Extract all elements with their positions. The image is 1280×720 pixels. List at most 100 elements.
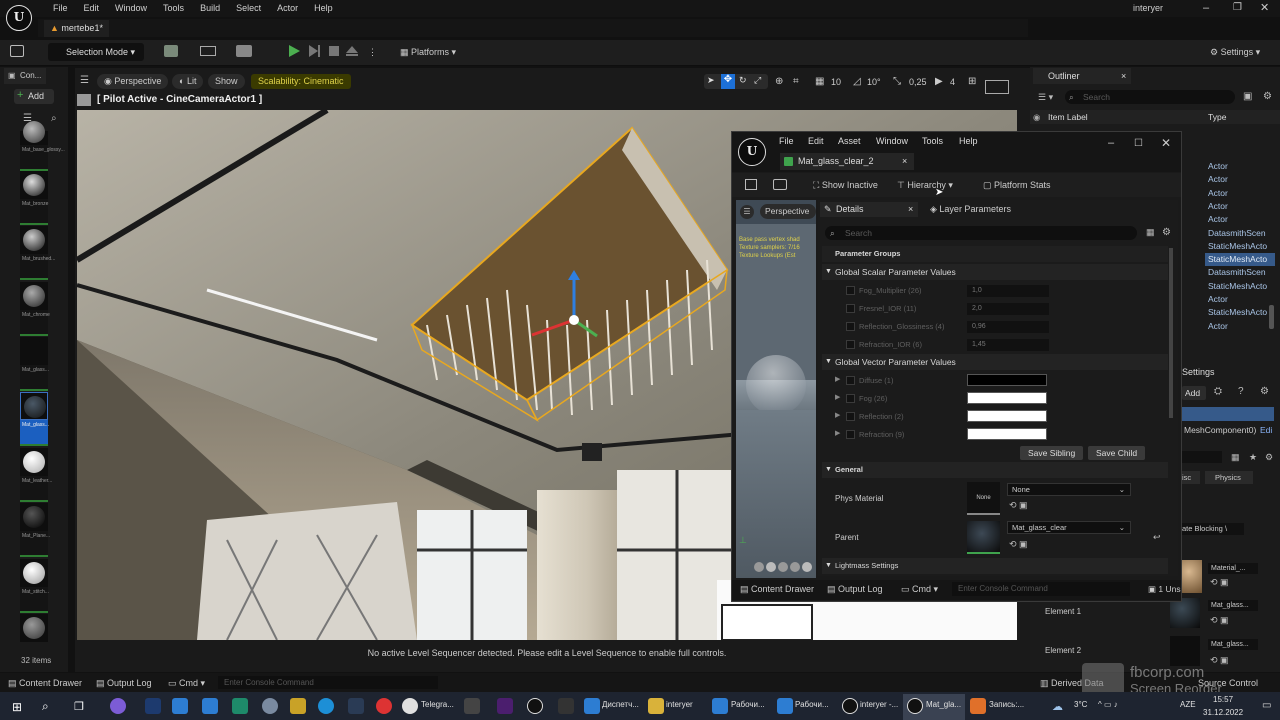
perspective-button[interactable]: ◉ Perspective [97, 74, 169, 89]
teapot-icon[interactable] [802, 562, 812, 572]
platform-stats-button[interactable]: ▢ Platform Stats [983, 180, 1051, 191]
param-checkbox[interactable] [846, 376, 855, 385]
folder-icon[interactable] [648, 698, 664, 714]
eject-icon[interactable] [346, 45, 358, 57]
select-icon[interactable]: ➤ [707, 75, 715, 86]
task-view-icon[interactable]: ❐ [74, 700, 84, 713]
app-icon[interactable] [262, 698, 278, 714]
blueprint-icon[interactable] [200, 46, 216, 56]
move-icon[interactable]: ✥ [721, 74, 735, 89]
menu-file[interactable]: File [45, 2, 76, 15]
mw-menu-tools[interactable]: Tools [922, 136, 943, 146]
camera-speed-value[interactable]: 4 [950, 77, 955, 87]
minimize-icon[interactable]: – [1108, 137, 1114, 149]
app-icon[interactable] [202, 698, 218, 714]
preview-menu-icon[interactable]: ☰ [740, 205, 754, 219]
parent-dropdown[interactable]: Mat_glass_clear ⌄ [1007, 521, 1131, 534]
plane-icon[interactable] [778, 562, 788, 572]
details-search-input[interactable] [1182, 451, 1222, 463]
minimize-icon[interactable]: – [1203, 2, 1209, 14]
task-manager-icon[interactable] [584, 698, 600, 714]
material-item[interactable]: Mat_brushed... [20, 254, 55, 280]
cinematics-icon[interactable] [236, 45, 252, 57]
clock-time[interactable]: 15:57 [1213, 695, 1233, 704]
mw-unsaved-indicator[interactable]: ▣ 1 Uns [1148, 584, 1181, 595]
outliner-row[interactable]: DatasmithScen [1205, 227, 1275, 240]
show-inactive-button[interactable]: ⛶ Show Inactive [813, 180, 878, 191]
param-checkbox[interactable] [846, 430, 855, 439]
world-icon[interactable]: ⊕ [775, 76, 783, 87]
menu-window[interactable]: Window [107, 2, 155, 15]
outliner-row[interactable]: StaticMeshActo [1205, 306, 1275, 319]
param-value-field[interactable]: 2,0 [967, 303, 1049, 315]
param-checkbox[interactable] [846, 412, 855, 421]
unreal-logo-icon[interactable]: U [738, 138, 766, 166]
material-item-selected[interactable]: Mat_glass... [20, 420, 49, 446]
mw-menu-window[interactable]: Window [876, 136, 908, 146]
tray-icons[interactable]: ^ ▭ ♪ [1098, 700, 1118, 709]
blueprint-icon[interactable]: ⛭ [1214, 386, 1222, 397]
cylinder-icon[interactable] [754, 562, 764, 572]
output-log-button[interactable]: ▤ Output Log [96, 678, 152, 689]
desktop-icon[interactable] [777, 698, 793, 714]
outliner-row[interactable]: Actor [1205, 293, 1275, 306]
taskbar-app-telegram[interactable]: Telegra... [421, 700, 454, 709]
general-section[interactable]: ▼ General [822, 462, 1168, 478]
unreal-icon[interactable] [842, 698, 858, 714]
camera-speed-icon[interactable]: ▶ [935, 76, 943, 87]
reset-icon[interactable]: ⟲ ▣ [1210, 577, 1229, 588]
taskbar-app-task-manager[interactable]: Диспетч... [602, 700, 639, 709]
sketchup-icon[interactable] [172, 698, 188, 714]
unreal-logo-icon[interactable]: U [6, 5, 32, 31]
taskbar-app-recorder[interactable]: Запись:... [989, 700, 1024, 709]
chevron-right-icon[interactable]: ▶ [835, 375, 840, 383]
material-item[interactable]: Mat_glass... [20, 365, 49, 391]
physics-tab[interactable]: Physics [1205, 471, 1253, 484]
color-swatch[interactable] [967, 392, 1047, 404]
material-slot-0[interactable]: Material_... [1208, 563, 1258, 574]
grid-icon[interactable]: ▦ [1146, 227, 1155, 238]
outliner-row[interactable]: Actor [1205, 187, 1275, 200]
close-icon[interactable]: ✕ [1161, 136, 1171, 150]
material-slot-2[interactable]: Mat_glass... [1208, 639, 1258, 650]
details-tab[interactable]: ✎ Details × [820, 202, 918, 217]
steam-icon[interactable] [348, 698, 364, 714]
save-icon[interactable] [745, 179, 757, 190]
level-tab[interactable]: ▲ mertebe1* [44, 20, 109, 37]
app-icon[interactable] [558, 698, 574, 714]
menu-edit[interactable]: Edit [76, 2, 108, 15]
filter-icon[interactable]: ☰ ▾ [1038, 92, 1053, 103]
viewport-menu-icon[interactable]: ☰ [80, 75, 89, 86]
grid-icon[interactable]: ▦ [1231, 452, 1240, 463]
param-value-field[interactable]: 1,0 [967, 285, 1049, 297]
windows-start-icon[interactable]: ⊞ [12, 700, 22, 714]
selection-mode-dropdown[interactable]: Selection Mode ▾ [48, 43, 144, 61]
search-icon[interactable]: ⌕ [42, 699, 49, 714]
outliner-row[interactable]: Actor [1205, 173, 1275, 186]
mw-console-input[interactable]: Enter Console Command [952, 582, 1130, 596]
selected-component-row[interactable] [1182, 407, 1274, 421]
material-thumbnail[interactable] [20, 448, 48, 476]
grid-snap-icon[interactable]: ▦ [815, 76, 824, 87]
maximize-viewport-icon[interactable] [985, 80, 1009, 94]
material-item[interactable]: Mat_stitch... [20, 587, 49, 613]
material-thumbnail[interactable] [20, 121, 48, 145]
menu-build[interactable]: Build [192, 2, 228, 15]
material-item[interactable]: Mat_leather... [20, 476, 52, 502]
yandex-icon[interactable] [376, 698, 392, 714]
material-thumbnail[interactable] [20, 337, 48, 365]
material-item[interactable]: Mat_Plane... [20, 531, 50, 557]
close-icon[interactable]: × [908, 202, 913, 217]
close-icon[interactable]: × [902, 153, 907, 170]
recorder-icon[interactable] [970, 698, 986, 714]
mw-menu-file[interactable]: File [779, 136, 794, 146]
mw-menu-edit[interactable]: Edit [808, 136, 824, 146]
unreal-icon[interactable] [527, 698, 543, 714]
photoshop-icon[interactable] [145, 698, 161, 714]
param-checkbox[interactable] [846, 394, 855, 403]
collision-preset-dropdown[interactable]: ate Blocking \ [1182, 523, 1244, 535]
material-thumbnail[interactable] [20, 392, 48, 420]
hierarchy-button[interactable]: ⊤ Hierarchy ▾ [897, 180, 953, 191]
add-component-button[interactable]: Add [1182, 386, 1206, 400]
temperature[interactable]: 3°C [1074, 700, 1087, 709]
